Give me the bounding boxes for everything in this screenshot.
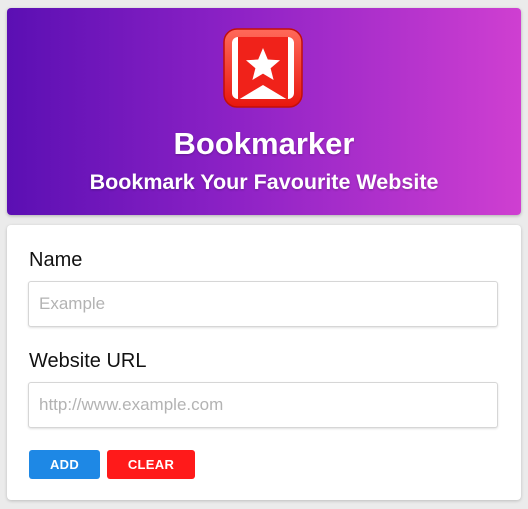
name-label: Name [29,249,83,271]
page-subtitle: Bookmark Your Favourite Website [89,170,439,194]
name-input[interactable] [28,281,498,327]
page-title: Bookmarker [173,126,355,161]
bookmark-star-icon [223,28,303,108]
url-input[interactable] [28,382,498,428]
clear-button[interactable]: CLEAR [107,450,195,479]
url-label: Website URL [29,350,147,372]
add-button[interactable]: ADD [29,450,100,479]
app-header: Bookmarker Bookmark Your Favourite Websi… [7,8,521,215]
bookmark-form: Name Website URL ADD CLEAR [7,225,521,500]
